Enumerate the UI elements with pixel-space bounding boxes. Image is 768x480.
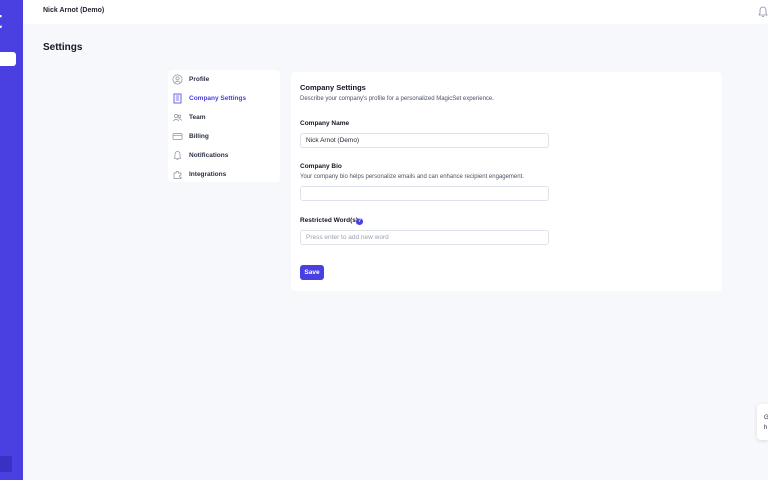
nav-item-billing[interactable]: Billing <box>168 127 280 146</box>
nav-item-profile[interactable]: Profile <box>168 70 280 89</box>
app-logo[interactable]: t <box>0 8 2 34</box>
company-bio-input[interactable] <box>300 186 549 201</box>
team-icon <box>171 112 183 124</box>
credit-card-icon <box>171 131 183 143</box>
user-circle-icon <box>171 74 183 86</box>
widget-text-line1: G <box>764 415 768 421</box>
puzzle-icon <box>171 169 183 181</box>
page-title: Settings <box>43 42 83 53</box>
nav-item-label: Notifications <box>189 152 229 159</box>
section-title: Company Settings <box>300 83 366 92</box>
help-icon[interactable]: ? <box>356 218 363 225</box>
company-bio-label: Company Bio <box>300 163 342 170</box>
nav-item-company-settings[interactable]: Company Settings <box>168 89 280 108</box>
company-name-label: Company Name <box>300 120 350 127</box>
left-sidebar-rail: t <box>0 0 23 480</box>
top-bar: Nick Arnot (Demo) <box>23 0 768 24</box>
nav-item-label: Company Settings <box>189 95 247 102</box>
nav-item-label: Team <box>189 114 206 121</box>
bell-icon <box>171 150 183 162</box>
company-name-input[interactable] <box>300 133 549 148</box>
settings-nav: Profile Company Settings Team Billing No… <box>168 70 280 182</box>
building-icon <box>171 93 183 105</box>
account-name[interactable]: Nick Arnot (Demo) <box>43 7 104 14</box>
company-settings-card: Company Settings Describe your company's… <box>291 72 722 291</box>
sidebar-bottom-button[interactable] <box>0 456 12 472</box>
restricted-words-label: Restricted Word(s) <box>300 217 359 224</box>
section-description: Describe your company's profile for a pe… <box>300 96 494 102</box>
floating-help-widget[interactable]: G h <box>757 404 768 440</box>
nav-item-integrations[interactable]: Integrations <box>168 165 280 184</box>
company-bio-help: Your company bio helps personalize email… <box>300 174 524 180</box>
save-button[interactable]: Save <box>300 265 324 280</box>
sidebar-active-item[interactable] <box>0 52 16 66</box>
nav-item-label: Profile <box>189 76 210 83</box>
nav-item-label: Billing <box>189 133 209 140</box>
nav-item-notifications[interactable]: Notifications <box>168 146 280 165</box>
nav-item-label: Integrations <box>189 171 227 178</box>
nav-item-team[interactable]: Team <box>168 108 280 127</box>
bell-icon[interactable] <box>758 6 768 18</box>
restricted-words-input[interactable] <box>300 230 549 245</box>
widget-text-line2: h <box>764 425 768 431</box>
